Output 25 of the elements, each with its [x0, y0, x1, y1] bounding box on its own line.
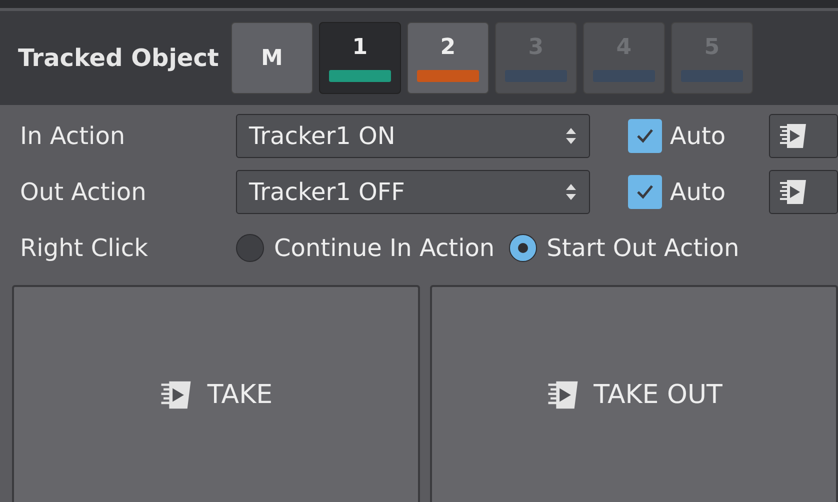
take-button[interactable]: TAKE OUT — [430, 285, 838, 502]
checkbox-label: Auto — [670, 122, 727, 150]
play-icon — [778, 177, 808, 207]
action-select[interactable]: Tracker1 OFF — [236, 170, 590, 214]
auto-checkbox[interactable] — [628, 175, 662, 209]
action-select[interactable]: Tracker1 ON — [236, 114, 590, 158]
field-label: Right Click — [20, 234, 150, 262]
auto-checkbox[interactable] — [628, 119, 662, 153]
radio-label: Continue In Action — [274, 234, 495, 262]
take-button[interactable] — [768, 114, 838, 158]
object-button[interactable]: 1 — [318, 22, 401, 94]
object-button[interactable]: M — [230, 22, 313, 94]
radio-button[interactable] — [236, 234, 264, 262]
panel-title: Tracked Object — [18, 44, 219, 72]
radio-label: Start Out Action — [546, 234, 740, 262]
radio-button[interactable] — [508, 234, 537, 262]
play-icon — [778, 121, 808, 151]
checkbox-label: Auto — [670, 178, 727, 206]
field-label: Out Action — [20, 178, 148, 206]
object-button[interactable]: 2 — [406, 22, 489, 94]
take-button[interactable]: TAKE — [12, 285, 420, 502]
spinner-icon — [565, 182, 578, 202]
field-label: In Action — [20, 122, 126, 150]
spinner-icon — [565, 126, 578, 146]
take-button[interactable] — [768, 170, 838, 214]
